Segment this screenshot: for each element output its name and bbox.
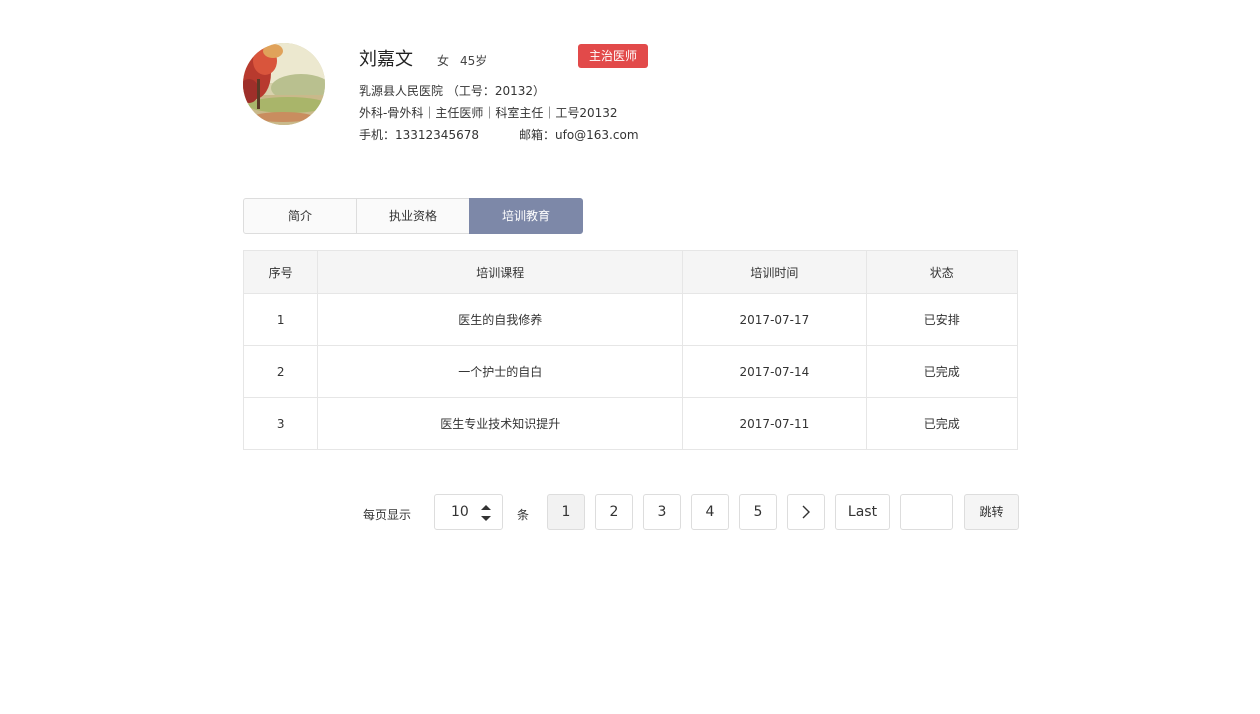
cell-status: 已完成 [865, 397, 1019, 450]
pagination: 每页显示 10 条 1 2 3 4 5 Last 跳转 [0, 494, 1260, 530]
next-page-button[interactable] [787, 494, 825, 530]
doctor-name: 刘嘉文 [359, 49, 413, 70]
cell-status: 已完成 [865, 345, 1019, 398]
page-button-3[interactable]: 3 [643, 494, 681, 530]
doctor-profile: 刘嘉文 女 45岁 主治医师 乳源县人民医院 （工号：20132） 外科-骨外科… [243, 43, 663, 143]
tab-qualification[interactable]: 执业资格 [356, 198, 470, 234]
contact-line: 手机：13312345678 邮箱：ufo@163.com [359, 126, 639, 143]
cell-time: 2017-07-11 [682, 397, 867, 450]
page-button-2[interactable]: 2 [595, 494, 633, 530]
table-row: 2 一个护士的自白 2017-07-14 已完成 [242, 345, 1019, 398]
cell-time: 2017-07-14 [682, 345, 867, 398]
per-page-unit: 条 [517, 508, 530, 522]
per-page-select[interactable]: 10 [434, 494, 503, 530]
table-row: 3 医生专业技术知识提升 2017-07-11 已完成 [242, 397, 1019, 450]
header-course: 培训课程 [317, 250, 684, 294]
profile-tabs: 简介 执业资格 培训教育 [243, 198, 583, 234]
header-status: 状态 [865, 250, 1019, 294]
cell-index: 1 [242, 293, 319, 346]
doctor-age: 45岁 [460, 54, 488, 68]
jump-page-input[interactable] [900, 494, 953, 530]
title-badge: 主治医师 [578, 44, 648, 68]
page-button-4[interactable]: 4 [691, 494, 729, 530]
department-line: 外科-骨外科｜主任医师｜科室主任｜工号20132 [359, 106, 618, 120]
avatar-image [243, 43, 325, 125]
training-table: 序号 培训课程 培训时间 状态 1 医生的自我修养 2017-07-17 已安排… [242, 250, 1019, 450]
last-page-button[interactable]: Last [835, 494, 890, 530]
doctor-gender: 女 [437, 54, 450, 68]
per-page-value: 10 [451, 504, 469, 520]
jump-button[interactable]: 跳转 [964, 494, 1019, 530]
header-time: 培训时间 [682, 250, 867, 294]
cell-time: 2017-07-17 [682, 293, 867, 346]
page-button-1[interactable]: 1 [547, 494, 585, 530]
table-row: 1 医生的自我修养 2017-07-17 已安排 [242, 293, 1019, 346]
cell-course: 医生的自我修养 [317, 293, 684, 346]
header-index: 序号 [242, 250, 319, 294]
phone-text: 手机：13312345678 [359, 128, 479, 142]
per-page-label: 每页显示 [363, 508, 412, 522]
tab-training[interactable]: 培训教育 [469, 198, 583, 234]
chevron-right-icon [802, 505, 810, 519]
table-header-row: 序号 培训课程 培训时间 状态 [242, 250, 1019, 294]
page-button-5[interactable]: 5 [739, 494, 777, 530]
cell-course: 一个护士的自白 [317, 345, 684, 398]
cell-status: 已安排 [865, 293, 1019, 346]
cell-index: 2 [242, 345, 319, 398]
tab-intro[interactable]: 简介 [243, 198, 357, 234]
avatar [243, 43, 325, 125]
hospital-line: 乳源县人民医院 （工号：20132） [359, 84, 545, 98]
cell-course: 医生专业技术知识提升 [317, 397, 684, 450]
spinner-arrows-icon[interactable] [480, 503, 492, 523]
cell-index: 3 [242, 397, 319, 450]
email-text: 邮箱：ufo@163.com [518, 128, 639, 142]
